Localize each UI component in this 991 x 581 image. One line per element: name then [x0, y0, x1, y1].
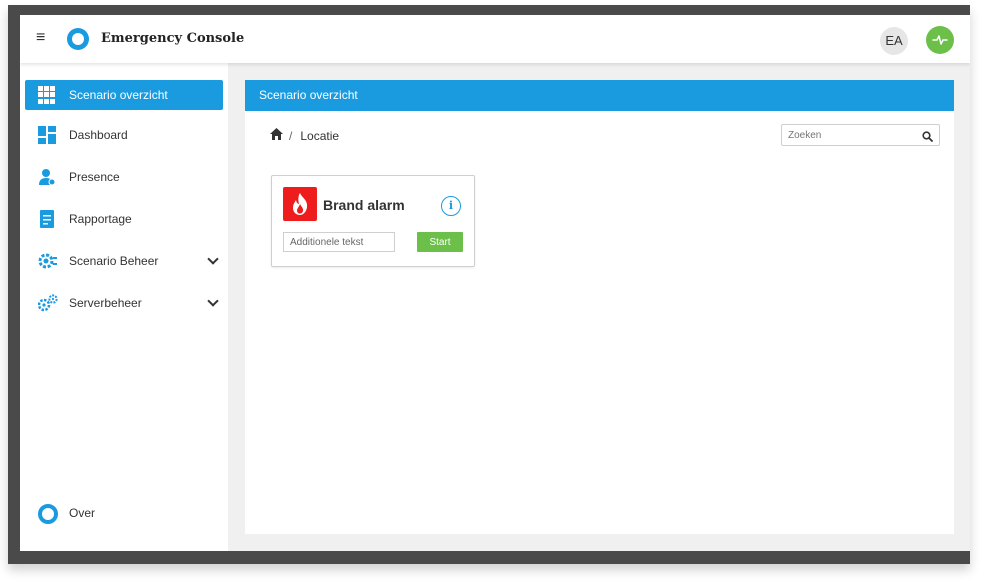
sidebar-item-label: Presence — [69, 170, 120, 184]
dashboard-icon — [38, 126, 56, 144]
breadcrumb: / Locatie — [270, 128, 339, 143]
home-icon[interactable] — [270, 128, 283, 143]
sidebar-item-label: Dashboard — [69, 128, 128, 142]
additional-text-input[interactable] — [283, 232, 395, 252]
search-icon[interactable] — [922, 129, 933, 147]
heartbeat-icon[interactable] — [926, 26, 954, 54]
sidebar-item-label: Scenario overzicht — [69, 88, 168, 102]
search-box — [781, 124, 940, 146]
sidebar-item-scenario-beheer[interactable]: Scenario Beheer — [25, 246, 223, 276]
sidebar-item-scenario-overzicht[interactable]: Scenario overzicht — [25, 80, 223, 110]
scenario-gear-icon — [38, 252, 57, 270]
sidebar: Scenario overzicht Dashboard Presence Ra… — [20, 63, 228, 551]
grid-icon — [38, 86, 56, 104]
main-panel: Scenario overzicht / Locatie Zoeken Bran… — [245, 80, 954, 534]
sidebar-item-serverbeheer[interactable]: Serverbeheer — [25, 288, 223, 318]
start-button[interactable]: Start — [417, 232, 463, 252]
server-gears-icon — [37, 294, 58, 312]
sidebar-item-label: Serverbeheer — [69, 296, 142, 310]
breadcrumb-current: Locatie — [300, 128, 340, 143]
sidebar-item-over[interactable]: Over — [25, 498, 223, 528]
app-screen: ≡ Emergency Console EA Scenario overzich… — [20, 15, 970, 551]
card-title: Brand alarm — [323, 197, 405, 213]
sidebar-item-rapportage[interactable]: Rapportage — [25, 204, 223, 234]
sidebar-footer-label: Over — [69, 506, 96, 520]
report-icon — [38, 210, 56, 228]
hamburger-icon[interactable]: ≡ — [36, 30, 48, 46]
search-input[interactable] — [782, 125, 920, 146]
scenario-card: Brand alarm i Start — [271, 175, 475, 267]
user-avatar[interactable]: EA — [880, 27, 908, 55]
sidebar-item-label: Scenario Beheer — [69, 254, 159, 268]
info-icon[interactable]: i — [441, 196, 461, 216]
top-bar: ≡ Emergency Console EA — [20, 15, 970, 63]
fire-icon — [283, 187, 317, 221]
sidebar-item-presence[interactable]: Presence — [25, 162, 223, 192]
logo-ring-icon — [38, 504, 58, 524]
app-title: Emergency Console — [101, 31, 245, 46]
panel-title: Scenario overzicht — [245, 80, 954, 111]
user-icon — [38, 168, 56, 186]
breadcrumb-separator: / — [289, 128, 293, 143]
chevron-down-icon[interactable] — [207, 295, 219, 307]
sidebar-item-label: Rapportage — [69, 212, 132, 226]
sidebar-item-dashboard[interactable]: Dashboard — [25, 120, 223, 150]
chevron-down-icon[interactable] — [207, 253, 219, 265]
logo-ring-icon — [67, 28, 89, 50]
